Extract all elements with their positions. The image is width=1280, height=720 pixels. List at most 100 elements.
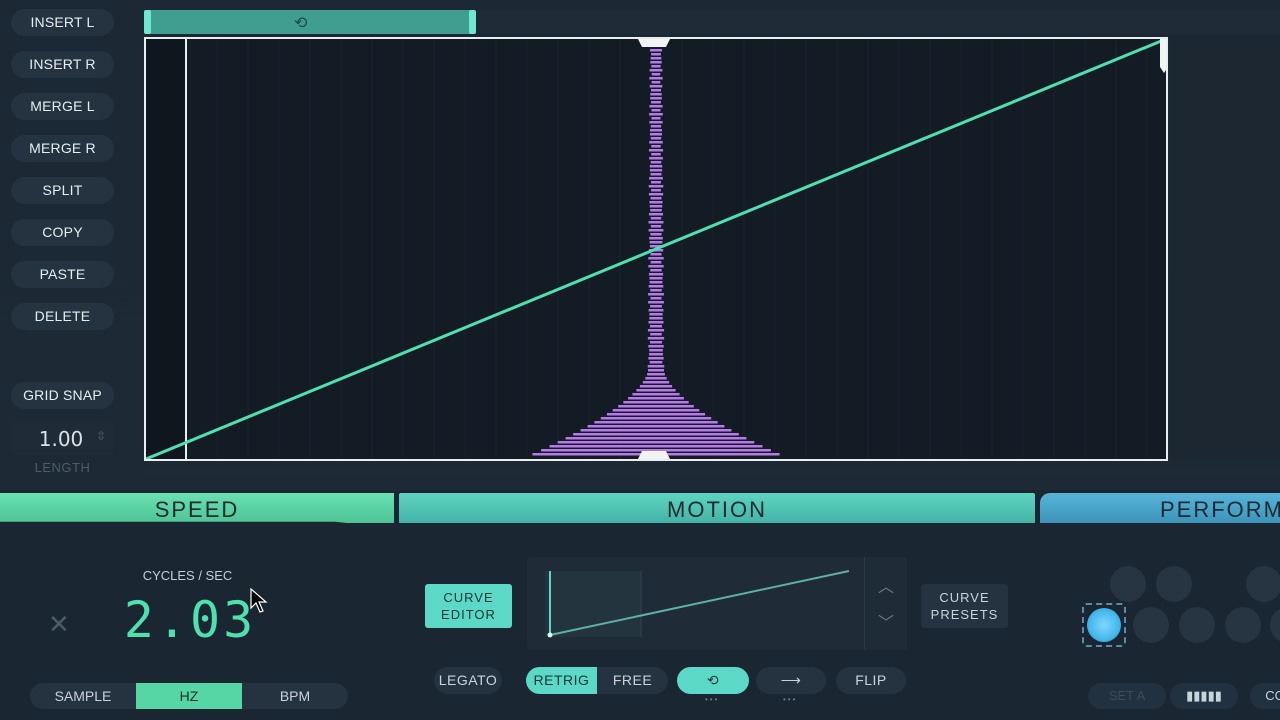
copy-button[interactable]: COPY: [11, 219, 114, 246]
speed-mode-selector: SAMPLE HZ BPM: [30, 683, 348, 709]
waveform-bar: [573, 433, 739, 436]
curve-preview[interactable]: [527, 557, 864, 650]
waveform-bar: [649, 317, 663, 320]
insert-l-button[interactable]: INSERT L: [11, 9, 114, 36]
playhead-top-handle[interactable]: [638, 39, 670, 47]
loop-icon: ⟲: [294, 15, 308, 32]
speed-unit-label: CYCLES / SEC: [142, 568, 233, 583]
loop-icon: ⟲: [706, 672, 720, 688]
tab-speed[interactable]: SPEED: [0, 493, 394, 523]
curve-presets-button[interactable]: CURVE PRESETS: [921, 584, 1008, 628]
perform-pad[interactable]: [1110, 566, 1146, 602]
chevron-up-icon[interactable]: ︿: [878, 573, 894, 597]
set-a-button[interactable]: SET A: [1088, 683, 1166, 709]
merge-l-button[interactable]: MERGE L: [11, 93, 114, 120]
loop-end-handle[interactable]: [469, 10, 476, 34]
spinner-icon[interactable]: ⇳: [96, 429, 106, 443]
waveform-bar: [649, 349, 663, 352]
free-button[interactable]: FREE: [597, 667, 668, 694]
co-button[interactable]: CO: [1250, 683, 1280, 709]
perform-pad[interactable]: [1156, 566, 1192, 602]
curve-editor-canvas[interactable]: [144, 37, 1168, 461]
waveform-bar: [649, 281, 663, 284]
waveform-bar: [648, 257, 664, 260]
delete-button[interactable]: DELETE: [11, 303, 114, 330]
waveform-bar: [632, 393, 680, 396]
waveform-bar: [642, 381, 670, 384]
waveform-bar: [650, 209, 662, 212]
retrig-free-toggle: RETRIG FREE: [526, 667, 668, 694]
waveform-bar: [649, 205, 663, 208]
perform-pad[interactable]: [1179, 607, 1215, 643]
waveform-bar: [594, 421, 718, 424]
legato-button[interactable]: LEGATO: [434, 667, 502, 694]
perform-pad[interactable]: [1246, 566, 1280, 602]
waveform-bar: [649, 85, 663, 88]
waveform-bar: [649, 325, 663, 328]
loop-mode-button[interactable]: ⟲: [677, 667, 749, 694]
length-field[interactable]: 1.00 ⇳: [11, 421, 114, 455]
mode-hz[interactable]: HZ: [136, 683, 242, 709]
waveform-bar: [648, 185, 664, 188]
waveform-bar: [648, 221, 664, 224]
active-perform-pad[interactable]: [1087, 608, 1121, 642]
waveform-bar: [650, 289, 662, 292]
waveform-bar: [650, 173, 662, 176]
end-point-handle[interactable]: [1160, 39, 1166, 73]
waveform-bar: [649, 169, 663, 172]
length-label: LENGTH: [34, 460, 91, 475]
waveform-bar: [649, 105, 663, 108]
waveform-bar: [549, 445, 763, 448]
tab-motion[interactable]: MOTION: [399, 493, 1035, 523]
waveform-bar: [645, 377, 667, 380]
waveform-bar: [649, 69, 663, 72]
waveform-bar: [649, 113, 663, 116]
mode-sample[interactable]: SAMPLE: [30, 683, 136, 709]
waveform-bar: [647, 337, 665, 340]
perform-pad[interactable]: [1225, 607, 1261, 643]
curve-presets-label-2: PRESETS: [930, 607, 999, 622]
waveform-bar: [648, 309, 664, 312]
waveform-bar: [649, 177, 663, 180]
waveform-bar: [651, 153, 661, 156]
waveform-bar: [649, 237, 663, 240]
timeline-strip: [480, 10, 1280, 34]
loop-start-handle[interactable]: [144, 10, 151, 34]
horizontal-scrollbar[interactable]: [144, 467, 1280, 477]
retrig-button[interactable]: RETRIG: [526, 667, 597, 694]
loop-region[interactable]: ⟲: [144, 10, 476, 34]
mode-bpm[interactable]: BPM: [242, 683, 348, 709]
arrow-right-icon: ⟶: [780, 672, 802, 688]
waveform-bar: [649, 201, 663, 204]
insert-r-button[interactable]: INSERT R: [11, 51, 114, 78]
piano-keys-button[interactable]: ▮▮▮▮▮: [1170, 683, 1238, 709]
waveform-bar: [650, 297, 662, 300]
curve-editor-label-2: EDITOR: [441, 607, 496, 622]
waveform-bar: [650, 197, 662, 200]
waveform-bar: [649, 141, 663, 144]
chevron-down-icon[interactable]: ﹀: [878, 609, 894, 633]
piano-keys-icon: ▮▮▮▮▮: [1186, 688, 1222, 703]
playhead-bottom-handle[interactable]: [638, 451, 670, 459]
waveform-bar: [649, 241, 663, 244]
waveform-bar: [648, 193, 664, 196]
waveform-bar: [636, 389, 676, 392]
waveform-bar: [587, 425, 725, 428]
curve-editor-button[interactable]: CURVE EDITOR: [425, 584, 512, 628]
waveform-bar: [650, 217, 662, 220]
waveform-bar: [650, 233, 662, 236]
waveform-bar: [650, 97, 662, 100]
perform-pad[interactable]: [1133, 607, 1169, 643]
tab-perform[interactable]: PERFORM: [1040, 493, 1280, 523]
direction-button[interactable]: ⟶: [756, 667, 826, 694]
grid-snap-button[interactable]: GRID SNAP: [11, 382, 114, 409]
split-button[interactable]: SPLIT: [11, 177, 114, 204]
waveform-bar: [606, 413, 706, 416]
curve-svg: [146, 39, 1166, 459]
paste-button[interactable]: PASTE: [11, 261, 114, 288]
flip-button[interactable]: FLIP: [836, 667, 906, 694]
merge-r-button[interactable]: MERGE R: [11, 135, 114, 162]
close-icon[interactable]: ✕: [48, 609, 70, 640]
waveform-bar: [650, 137, 662, 140]
waveform-bar: [623, 401, 689, 404]
